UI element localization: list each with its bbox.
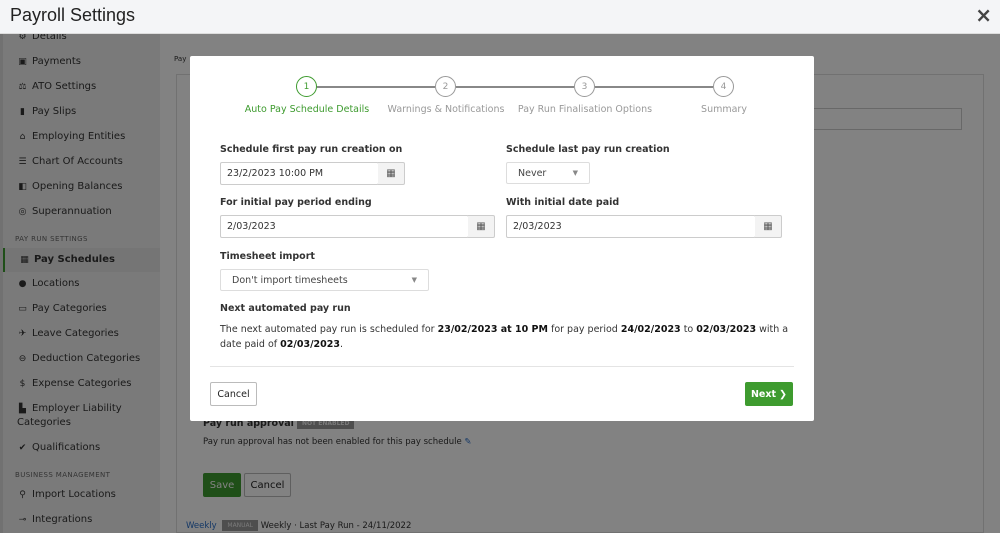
summary-text: to: [680, 324, 697, 335]
period-ending-label: For initial pay period ending: [220, 197, 372, 208]
first-creation-label: Schedule first pay run creation on: [220, 144, 403, 155]
title-bar: Payroll Settings ×: [0, 0, 1000, 34]
summary-period-start: 24/02/2023: [620, 324, 681, 335]
calendar-icon[interactable]: ▦: [378, 162, 405, 185]
period-ending-input[interactable]: 2/03/2023: [220, 215, 469, 238]
next-button[interactable]: Next ❯: [745, 382, 793, 406]
step-connector: [595, 86, 713, 88]
step-1-label: Auto Pay Schedule Details: [244, 104, 370, 115]
next-run-heading: Next automated pay run: [220, 303, 351, 314]
cancel-button[interactable]: Cancel: [210, 382, 257, 406]
last-creation-value: Never: [518, 167, 547, 179]
step-connector: [317, 86, 435, 88]
step-1-circle[interactable]: 1: [296, 76, 317, 97]
step-4-circle[interactable]: 4: [713, 76, 734, 97]
summary-creation-date: 23/02/2023 at 10 PM: [437, 324, 548, 335]
summary-date-paid: 02/03/2023: [280, 339, 340, 350]
step-3-label: Pay Run Finalisation Options: [517, 104, 653, 115]
chevron-down-icon: ▼: [572, 169, 578, 177]
calendar-icon[interactable]: ▦: [468, 215, 495, 238]
step-2-circle[interactable]: 2: [435, 76, 456, 97]
next-run-summary: The next automated pay run is scheduled …: [220, 322, 790, 352]
last-creation-select[interactable]: Never ▼: [506, 162, 590, 184]
last-creation-label: Schedule last pay run creation: [506, 144, 670, 155]
wizard-stepper: 1 2 3 4 Auto Pay Schedule Details Warnin…: [190, 56, 814, 126]
step-3-circle[interactable]: 3: [574, 76, 595, 97]
step-2-label: Warnings & Notifications: [387, 104, 505, 115]
timesheet-import-value: Don't import timesheets: [232, 274, 348, 286]
close-icon[interactable]: ×: [975, 3, 992, 27]
calendar-icon[interactable]: ▦: [755, 215, 782, 238]
step-connector: [456, 86, 574, 88]
page-stage: ⚙ Details ▣ Payments ⚖ ATO Settings ▮ Pay Sl…: [0, 34, 1000, 533]
step-4-label: Summary: [701, 104, 747, 115]
summary-text: for pay period: [547, 324, 621, 335]
next-button-label: Next: [750, 388, 777, 400]
first-creation-input[interactable]: 23/2/2023 10:00 PM: [220, 162, 379, 185]
chevron-down-icon: ▼: [411, 276, 417, 284]
date-paid-input[interactable]: 2/03/2023: [506, 215, 756, 238]
date-paid-label: With initial date paid: [506, 197, 620, 208]
summary-period-end: 02/03/2023: [696, 324, 757, 335]
summary-text: The next automated pay run is scheduled …: [220, 324, 438, 335]
modal-divider: [210, 366, 794, 367]
timesheet-import-select[interactable]: Don't import timesheets ▼: [220, 269, 429, 291]
chevron-right-icon: ❯: [779, 388, 788, 400]
summary-text: .: [340, 339, 344, 350]
auto-pay-schedule-modal: 1 2 3 4 Auto Pay Schedule Details Warnin…: [190, 56, 814, 421]
timesheet-import-label: Timesheet import: [220, 251, 315, 262]
window-title: Payroll Settings: [10, 5, 136, 25]
